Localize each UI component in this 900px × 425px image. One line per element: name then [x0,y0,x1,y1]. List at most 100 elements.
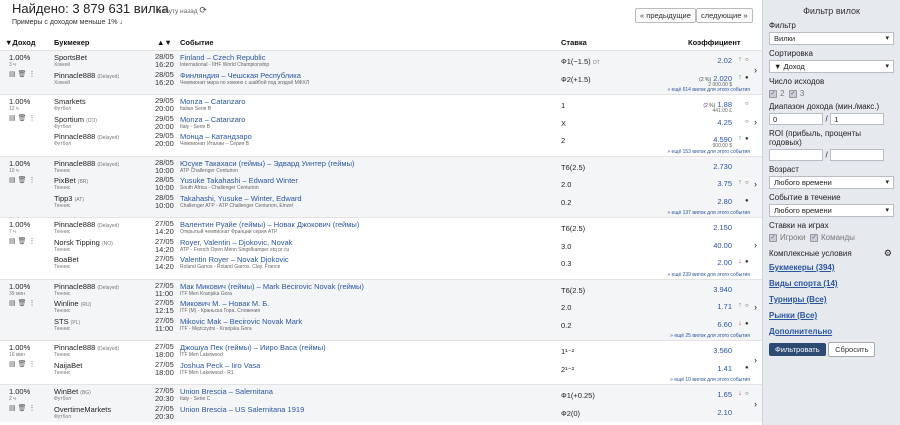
bookmaker-name[interactable]: OvertimeMarkets [54,405,111,414]
more-icon[interactable]: ⋮ [29,300,38,307]
players-checkbox[interactable]: ✓ [769,233,777,242]
coef-value[interactable]: 2.150 [672,223,732,232]
bookmaker-name[interactable]: Pinnacle888 (Delayed) [54,159,119,168]
calculator-icon[interactable]: ▤ [9,177,18,184]
bookmaker-label[interactable]: Pinnacle888 [54,132,95,141]
event-link[interactable]: Мак Микович (геймы) – Mark Becirovic Nov… [180,282,364,291]
bookmaker-label[interactable]: Pinnacle888 [54,159,95,168]
event-link[interactable]: Mikovic Mak – Becirovic Novak Mark [180,317,302,326]
more-icon[interactable]: ⋮ [29,238,38,245]
coef-number[interactable]: 2.10 [717,408,732,417]
teams-checkbox[interactable]: ✓ [810,233,818,242]
coef-number[interactable]: 3.75 [717,179,732,188]
sort-select[interactable]: ▼ Доход ▾ [769,60,894,73]
event-link[interactable]: Joshua Peck – Iiro Vasa [180,361,260,370]
expand-chevron-icon[interactable]: › [754,355,757,365]
coef-number[interactable]: 2.00 [717,258,732,267]
bet-marker-icon[interactable]: ● [745,198,749,204]
event-link[interactable]: Джошуа Пек (геймы) – Ииро Васа (геймы) [180,343,326,352]
bookmaker-name[interactable]: Pinnacle888 (Delayed) [54,282,119,291]
more-arbs-link[interactable]: » ещё 25 вилок для этого события [540,333,750,339]
next-page-button[interactable]: следующие » [696,8,753,23]
reset-button[interactable]: Сбросить [828,342,876,357]
coef-value[interactable]: 40.00 [672,241,732,250]
outcome-2-checkbox[interactable]: ✓ [769,89,777,98]
calculator-icon[interactable]: ▤ [9,238,18,245]
age-select[interactable]: Любого времени ▾ [769,176,894,189]
calculator-icon[interactable]: ▤ [9,71,18,78]
bookmaker-name[interactable]: Pinnacle888 (Delayed) [54,343,119,352]
more-icon[interactable]: ⋮ [29,177,38,184]
event-link[interactable]: Юсуке Такахаси (геймы) – Эдвард Уинтер (… [180,159,354,168]
more-arbs-link[interactable]: » ещё 614 вилок для этого события [540,87,750,93]
event-link[interactable]: Финляндия – Чешская Республика [180,71,301,80]
event-link[interactable]: Yusuke Takahashi – Edward Winter [180,176,298,185]
expand-chevron-icon[interactable]: › [754,399,757,409]
roi-max-input[interactable] [830,149,885,161]
bookmaker-name[interactable]: Winline (RU) [54,299,91,308]
bookmaker-name[interactable]: Pinnacle888 (Delayed) [54,71,119,80]
coef-number[interactable]: 40.00 [713,241,732,250]
event-link[interactable]: Finland – Czech Republic [180,53,265,62]
more-icon[interactable]: ⋮ [29,361,38,368]
bookmaker-label[interactable]: OvertimeMarkets [54,405,111,414]
expand-chevron-icon[interactable]: › [754,65,757,75]
coef-number[interactable]: 1.71 [717,302,732,311]
bookmaker-label[interactable]: PixBet [54,176,76,185]
event-link[interactable]: Монца – Катандзаро [180,132,252,141]
trash-icon[interactable]: 🗑 [18,177,29,184]
event-within-select[interactable]: Любого времени ▾ [769,204,894,217]
expand-chevron-icon[interactable]: › [754,117,757,127]
coef-number[interactable]: 2.80 [717,197,732,206]
gear-icon[interactable]: ⚙ [884,248,892,259]
bookmaker-name[interactable]: Smarkets [54,97,86,106]
coef-value[interactable]: 6.60 [672,320,732,329]
event-link[interactable]: Monza – Catanzaro [180,97,245,106]
bookmaker-name[interactable]: WinBet (BG) [54,387,91,396]
bookmaker-label[interactable]: WinBet [54,387,78,396]
calculator-icon[interactable]: ▤ [9,300,18,307]
bet-marker-icon[interactable]: ○ [745,303,749,309]
bookmaker-name[interactable]: PixBet (BR) [54,176,88,185]
bookmaker-name[interactable]: Pinnacle888 (Delayed) [54,220,119,229]
calculator-icon[interactable]: ▤ [9,361,18,368]
coef-value[interactable]: 3.560 [672,346,732,355]
event-link[interactable]: Union Brescia – US Salernitana 1919 [180,405,304,414]
bet-marker-icon[interactable]: ● [745,136,749,142]
markets-link[interactable]: Рынки (Все) [769,311,894,320]
more-icon[interactable]: ⋮ [29,115,38,122]
coef-number[interactable]: 6.60 [717,320,732,329]
expand-chevron-icon[interactable]: › [754,302,757,312]
bookmaker-label[interactable]: Smarkets [54,97,86,106]
bookmaker-label[interactable]: Pinnacle888 [54,282,95,291]
more-icon[interactable]: ⋮ [29,71,38,78]
expand-chevron-icon[interactable]: › [754,240,757,250]
bookmaker-name[interactable]: Norsk Tipping (NO) [54,238,113,247]
bookmaker-label[interactable]: BoaBet [54,255,79,264]
col-income[interactable]: ▼Доход [5,38,35,47]
bookmaker-name[interactable]: BoaBet [54,255,79,264]
outcome-3-checkbox[interactable]: ✓ [788,89,797,98]
coef-value[interactable]: 2.00 [672,258,732,267]
bookmaker-name[interactable]: NaijaBet [54,361,82,370]
coef-value[interactable]: 2.730 [672,162,732,171]
bookmaker-label[interactable]: Pinnacle888 [54,343,95,352]
bookmaker-label[interactable]: Sportium [54,115,84,124]
extra-link[interactable]: Дополнительно [769,327,894,336]
trash-icon[interactable]: 🗑 [18,71,29,78]
coef-value[interactable]: 1.41 [672,364,732,373]
coef-value[interactable]: 2.80 [672,197,732,206]
event-link[interactable]: Takahashi, Yusuke – Winter, Edward [180,194,302,203]
event-link[interactable]: Valentin Royer – Novak Djokovic [180,255,289,264]
bet-marker-icon[interactable]: ○ [745,101,749,107]
coef-number[interactable]: 4.25 [717,118,732,127]
trash-icon[interactable]: 🗑 [18,361,29,368]
coef-value[interactable]: 1.71 [672,302,732,311]
bookmaker-name[interactable]: Pinnacle888 (Delayed) [54,132,119,141]
bookmaker-name[interactable]: STS (PL) [54,317,80,326]
bookmaker-label[interactable]: NaijaBet [54,361,82,370]
bet-marker-icon[interactable]: ○ [745,180,749,186]
coef-value[interactable]: 2.10 [672,408,732,417]
coef-number[interactable]: 2.730 [713,162,732,171]
filter-button[interactable]: Фильтровать [769,343,826,356]
